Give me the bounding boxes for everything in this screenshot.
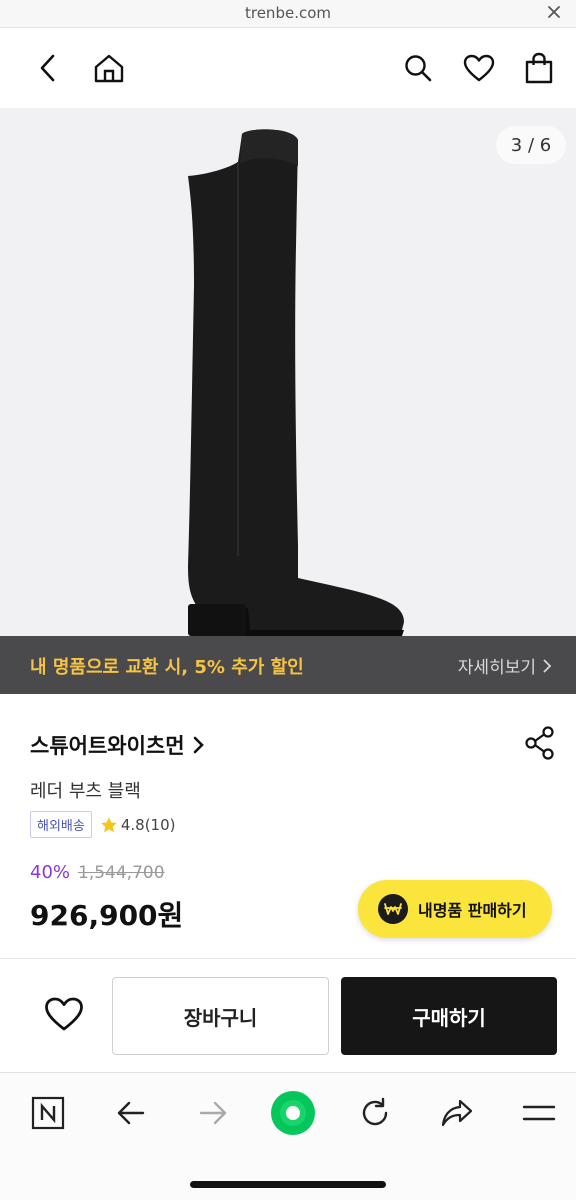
discount-row: 40% 1,544,700	[30, 862, 165, 883]
shopping-bag-icon[interactable]	[519, 48, 559, 88]
won-coin-icon	[378, 894, 408, 924]
boot-image	[188, 129, 404, 636]
chevron-right-icon	[543, 658, 552, 673]
product-image-gallery[interactable]: 3 / 6	[0, 108, 576, 636]
heart-icon	[45, 997, 83, 1031]
overseas-shipping-badge: 해외배송	[30, 811, 92, 838]
buy-now-button[interactable]: 구매하기	[341, 977, 557, 1055]
original-price: 1,544,700	[78, 863, 165, 883]
reload-icon[interactable]	[351, 1091, 399, 1135]
naver-icon[interactable]	[24, 1091, 72, 1135]
share-icon[interactable]	[524, 726, 556, 760]
site-header	[0, 28, 576, 108]
heart-icon[interactable]	[459, 48, 499, 88]
discount-rate: 40%	[30, 862, 71, 883]
promo-details-link[interactable]: 자세히보기	[458, 653, 552, 678]
add-to-cart-button[interactable]: 장바구니	[112, 977, 329, 1055]
share-arrow-icon[interactable]	[433, 1091, 481, 1135]
rating[interactable]: 4.8(10)	[100, 816, 176, 834]
home-icon[interactable]	[89, 48, 129, 88]
search-icon[interactable]	[398, 48, 438, 88]
browser-toolbar	[0, 1072, 576, 1200]
back-icon[interactable]	[28, 48, 68, 88]
sell-my-luxury-button[interactable]: 내명품 판매하기	[358, 880, 552, 938]
address-bar[interactable]: trenbe.com	[0, 0, 576, 28]
forward-arrow-icon[interactable]	[189, 1091, 237, 1135]
rating-value: 4.8(10)	[120, 815, 176, 834]
menu-icon[interactable]	[515, 1091, 563, 1135]
chevron-right-icon	[193, 736, 204, 754]
image-counter: 3 / 6	[496, 126, 566, 164]
brand-link[interactable]: 스튜어트와이츠먼	[30, 730, 205, 760]
back-arrow-icon[interactable]	[107, 1091, 155, 1135]
wishlist-button[interactable]	[38, 990, 90, 1038]
sell-button-label: 내명품 판매하기	[418, 901, 527, 920]
sale-price: 926,900원	[30, 899, 184, 932]
green-dot-icon[interactable]	[269, 1091, 317, 1135]
url-text[interactable]: trenbe.com	[0, 4, 576, 22]
exchange-promo-banner[interactable]: 내 명품으로 교환 시, 5% 추가 할인 자세히보기	[0, 636, 576, 694]
home-indicator[interactable]	[190, 1181, 386, 1188]
divider	[0, 958, 576, 959]
product-name: 레더 부츠 블랙	[30, 781, 141, 802]
promo-more-label: 자세히보기	[457, 658, 536, 678]
product-badges: 해외배송 4.8(10)	[30, 811, 176, 838]
star-icon	[100, 816, 117, 832]
brand-name: 스튜어트와이츠먼	[30, 734, 185, 758]
promo-text: 내 명품으로 교환 시, 5% 추가 할인	[30, 657, 304, 678]
close-icon[interactable]	[544, 2, 564, 22]
